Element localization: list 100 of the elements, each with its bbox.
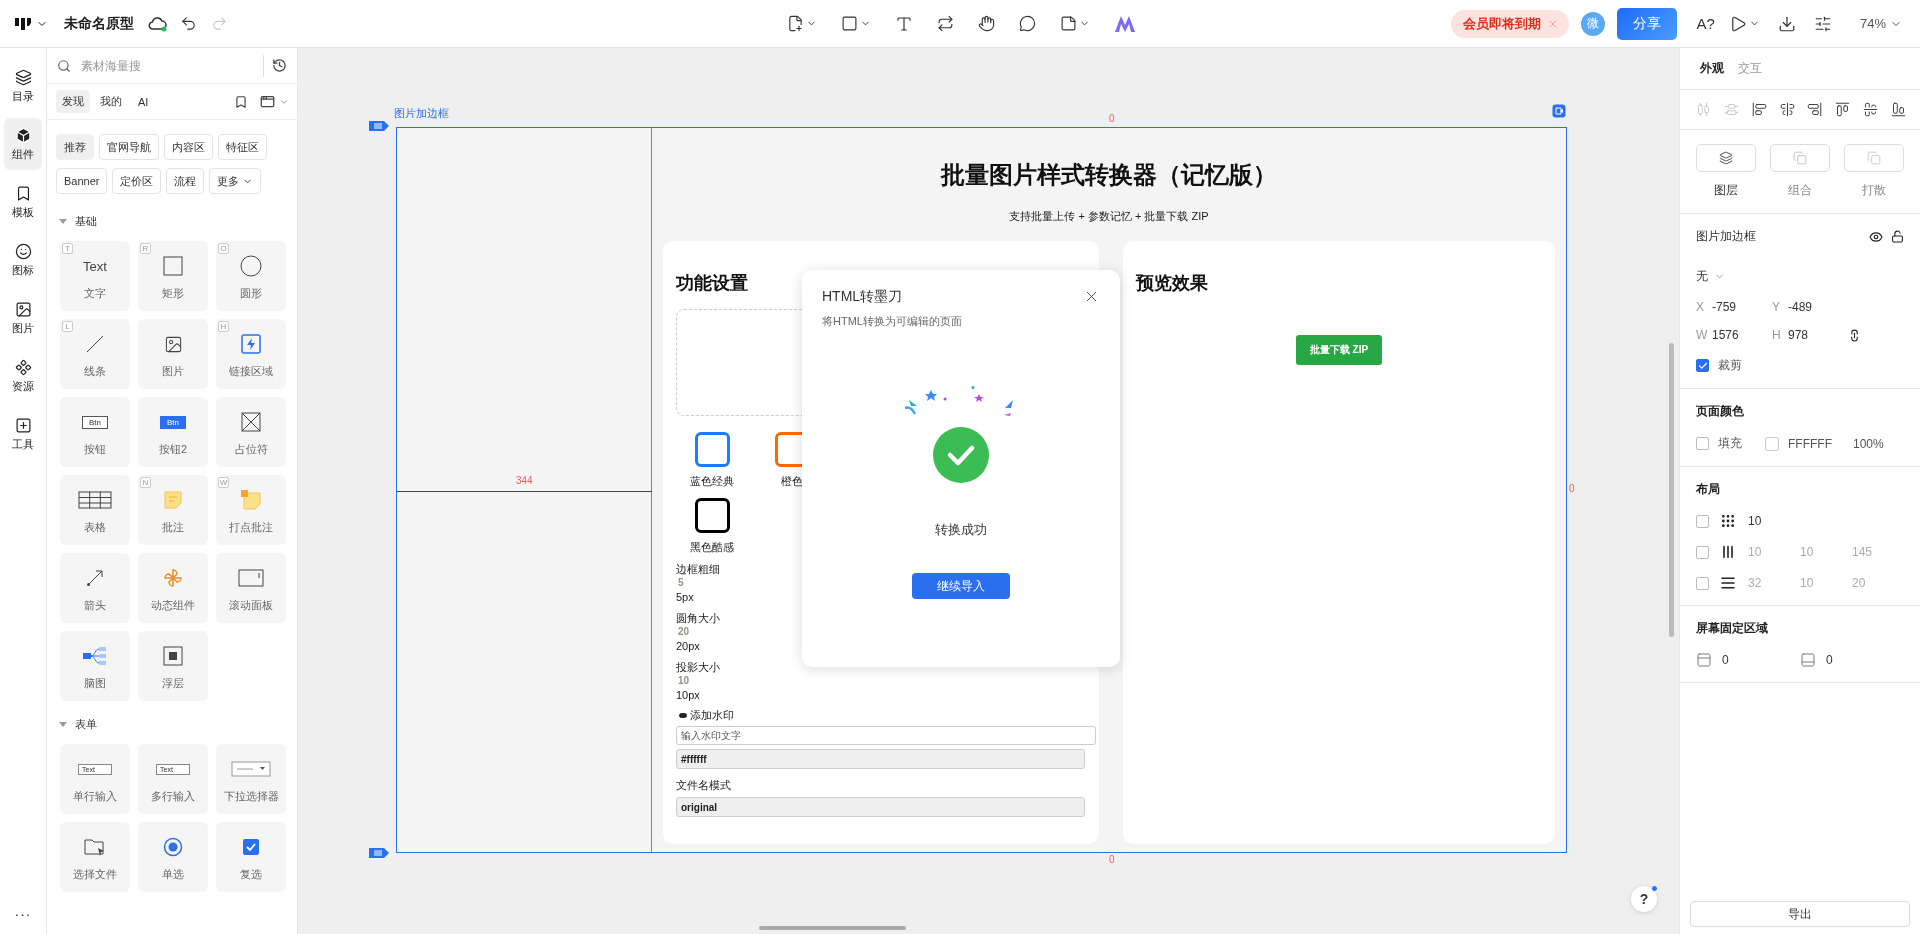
component-card[interactable]: Btn 按钮: [60, 397, 130, 467]
sidebar-item[interactable]: 目录: [4, 60, 42, 112]
frame-tag-icon[interactable]: [368, 120, 390, 132]
layer-name[interactable]: 图片加边框: [1696, 228, 1861, 245]
component-card[interactable]: 图片: [138, 319, 208, 389]
shortcut-key: L: [62, 321, 73, 332]
component-card[interactable]: Btn 按钮2: [138, 397, 208, 467]
field-value[interactable]: 978: [1788, 328, 1848, 342]
fixed-area-value[interactable]: 0: [1826, 653, 1833, 667]
align-left-icon[interactable]: [1751, 102, 1767, 117]
section-header[interactable]: 基础: [47, 198, 109, 241]
zoom-dropdown[interactable]: 74%: [1853, 15, 1908, 32]
hex-value[interactable]: FFFFFF: [1788, 436, 1832, 451]
sidebar-item[interactable]: 工具: [4, 408, 42, 460]
align-center-icon[interactable]: [1779, 102, 1795, 117]
category-chip[interactable]: 官网导航: [99, 134, 159, 160]
inspector-tab[interactable]: 外观: [1700, 60, 1724, 77]
guide-measure: 0: [1109, 854, 1115, 865]
logo-icon[interactable]: [14, 16, 32, 31]
component-card[interactable]: W 打点批注: [216, 475, 286, 545]
component-card[interactable]: L 线条: [60, 319, 130, 389]
link-icon[interactable]: [1848, 328, 1861, 342]
more-menu[interactable]: ···: [14, 906, 32, 922]
font-check-button[interactable]: A?: [1696, 15, 1715, 32]
component-card[interactable]: 表格: [60, 475, 130, 545]
mode-dropdown[interactable]: 无: [1696, 268, 1708, 285]
filename-field[interactable]: original: [676, 797, 1085, 817]
document-title[interactable]: 未命名原型: [64, 14, 134, 33]
category-chip[interactable]: 内容区: [164, 134, 213, 160]
sidebar-item[interactable]: 图标: [4, 234, 42, 286]
component-card[interactable]: N 批注: [138, 475, 208, 545]
group-icon: [1793, 151, 1807, 165]
category-chip[interactable]: Banner: [56, 168, 108, 194]
library-tab[interactable]: AI: [132, 91, 155, 112]
component-card[interactable]: 占位符: [216, 397, 286, 467]
component-card[interactable]: R 矩形: [138, 241, 208, 311]
field-label: W: [1696, 328, 1709, 342]
opacity-value[interactable]: 100%: [1853, 436, 1884, 451]
component-card[interactable]: O 圆形: [216, 241, 286, 311]
style-swatch[interactable]: [694, 498, 730, 533]
library-tab[interactable]: 我的: [94, 90, 128, 113]
style-swatch[interactable]: [694, 432, 730, 467]
component-card[interactable]: 滚动面板: [216, 553, 286, 623]
m-logo-icon: [1113, 14, 1136, 33]
component-card[interactable]: H 链接区域: [216, 319, 286, 389]
fill-checkbox[interactable]: [1696, 437, 1709, 450]
component-card[interactable]: 动态组件: [138, 553, 208, 623]
crop-checkbox[interactable]: [1696, 359, 1709, 372]
category-chip[interactable]: 更多: [209, 168, 262, 194]
scrollbar[interactable]: [1669, 343, 1674, 637]
category-chip[interactable]: 定价区: [112, 168, 162, 194]
watermark-checkbox[interactable]: [679, 713, 687, 718]
component-card[interactable]: 复选: [216, 822, 286, 892]
component-card[interactable]: 浮层: [138, 631, 208, 701]
frame-action-icon[interactable]: [1552, 104, 1566, 118]
sidebar-item[interactable]: 模板: [4, 176, 42, 228]
component-card[interactable]: 选择文件: [60, 822, 130, 892]
category-chip[interactable]: 流程: [166, 168, 205, 194]
component-card[interactable]: 脑图: [60, 631, 130, 701]
sidebar-item[interactable]: 组件: [4, 118, 42, 170]
align-middle-icon[interactable]: [1863, 102, 1879, 117]
history-icon[interactable]: [272, 58, 287, 73]
help-button[interactable]: ?: [1631, 886, 1657, 912]
field-value[interactable]: -489: [1788, 300, 1848, 314]
library-tab[interactable]: 发现: [56, 90, 90, 113]
category-chip[interactable]: 特征区: [218, 134, 267, 160]
component-card[interactable]: 下拉选择器: [216, 744, 286, 814]
share-button[interactable]: 分享: [1616, 7, 1677, 40]
align-bottom-icon[interactable]: [1890, 102, 1906, 117]
color-swatch[interactable]: [1765, 436, 1779, 451]
continue-import-button[interactable]: 继续导入: [912, 573, 1010, 599]
component-card[interactable]: 单选: [138, 822, 208, 892]
search-field[interactable]: 素材海量搜: [79, 54, 264, 77]
caret-icon: [59, 722, 67, 727]
layout-checkbox[interactable]: [1696, 514, 1709, 528]
membership-badge[interactable]: 会员即将到期: [1450, 9, 1569, 38]
sidebar-item[interactable]: 资源: [4, 350, 42, 402]
section-header[interactable]: 表单: [47, 701, 109, 744]
unlock-icon[interactable]: [1891, 230, 1904, 243]
field-value[interactable]: 1576: [1712, 328, 1772, 342]
frame-label[interactable]: 图片加边框: [394, 106, 449, 121]
component-card[interactable]: 箭头: [60, 553, 130, 623]
layout-value[interactable]: 10: [1748, 514, 1800, 528]
window-icon[interactable]: [260, 94, 275, 109]
frame-tag-icon[interactable]: [368, 847, 390, 859]
category-chip[interactable]: 推荐: [56, 134, 94, 160]
field-value[interactable]: -759: [1712, 300, 1772, 314]
export-button[interactable]: 导出: [1690, 901, 1910, 927]
fixed-area-value[interactable]: 0: [1722, 653, 1729, 667]
cloud-icon[interactable]: [148, 15, 168, 32]
scrollbar[interactable]: [759, 926, 906, 930]
eye-icon[interactable]: [1869, 229, 1883, 244]
bookmark-icon[interactable]: [234, 94, 248, 109]
watermark-input[interactable]: 输入水印文字: [676, 726, 1096, 745]
color-field[interactable]: #ffffff: [676, 749, 1085, 769]
align-top-icon[interactable]: [1835, 102, 1851, 117]
component-label: 文字: [84, 286, 106, 301]
component-card[interactable]: T Text 文字: [60, 241, 130, 311]
sidebar-item[interactable]: 图片: [4, 292, 42, 344]
align-right-icon[interactable]: [1807, 102, 1823, 117]
